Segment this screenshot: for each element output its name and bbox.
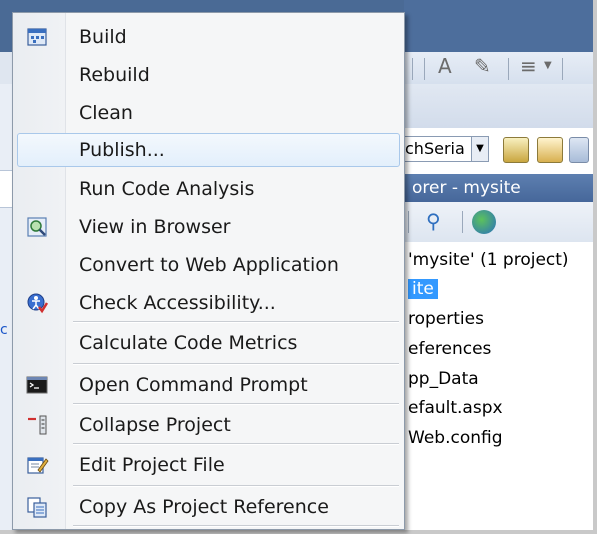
menu-item-label: Rebuild: [79, 64, 150, 86]
menu-item-check-accessibility[interactable]: Check Accessibility...: [17, 287, 400, 319]
background-left-strip: c: [0, 52, 12, 530]
class-diagram-icon[interactable]: [472, 210, 496, 234]
tree-item-solution[interactable]: 'mysite' (1 project): [408, 250, 569, 270]
menu-separator: [73, 403, 399, 405]
toolbar-separator: [408, 211, 409, 233]
menu-item-label: Calculate Code Metrics: [79, 332, 298, 354]
menu-item-rebuild[interactable]: Rebuild: [17, 59, 400, 91]
find-icon[interactable]: [503, 137, 529, 163]
toolbar-separator: [462, 211, 463, 233]
menu-item-label: View in Browser: [79, 216, 231, 238]
accessibility-icon: [27, 293, 49, 314]
search-combo-value: chSeria: [405, 139, 465, 158]
menu-item-clean[interactable]: Clean: [17, 97, 400, 129]
tree-item-default-aspx[interactable]: efault.aspx: [408, 398, 503, 418]
menu-item-label: Copy As Project Reference: [79, 496, 329, 518]
solution-explorer-title: orer - mysite: [404, 174, 593, 202]
tree-item-web-config[interactable]: Web.config: [408, 428, 503, 448]
toolbar-separator: [508, 58, 509, 80]
background-field-edge: [0, 170, 12, 208]
menu-separator: [73, 321, 399, 323]
menu-item-open-command-prompt[interactable]: Open Command Prompt: [17, 369, 400, 401]
background-link-edge: c: [0, 322, 8, 338]
menu-item-label: Check Accessibility...: [79, 292, 276, 314]
tree-item-properties[interactable]: roperties: [408, 309, 484, 329]
menu-item-label: Convert to Web Application: [79, 254, 339, 276]
menu-separator: [73, 443, 399, 445]
toolbar-separator: [412, 58, 413, 80]
solution-explorer-toolbar: ⚲: [404, 202, 593, 242]
menu-item-edit-project-file[interactable]: Edit Project File: [17, 449, 400, 481]
menu-item-calculate-code-metrics[interactable]: Calculate Code Metrics: [17, 327, 400, 359]
tree-item-app-data[interactable]: pp_Data: [408, 369, 479, 389]
menu-separator: [73, 485, 399, 487]
search-combo-dropdown[interactable]: ▼: [471, 136, 489, 162]
menu-separator: [73, 363, 399, 365]
menu-separator: [73, 525, 399, 527]
view-code-icon[interactable]: ⚲: [426, 209, 441, 233]
menu-item-label: Edit Project File: [79, 454, 225, 476]
menu-item-label: Clean: [79, 102, 133, 124]
tree-item-references[interactable]: eferences: [408, 339, 491, 359]
context-menu: Build Rebuild Clean Publish... Run Code …: [12, 12, 405, 530]
align-icon[interactable]: ≡: [520, 54, 537, 78]
solution-explorer-title-text: orer - mysite: [412, 178, 521, 198]
menu-item-label: Run Code Analysis: [79, 178, 255, 200]
menu-item-publish[interactable]: Publish...: [17, 133, 400, 167]
align-dropdown-icon[interactable]: ▼: [544, 60, 552, 71]
menu-item-view-in-browser[interactable]: View in Browser: [17, 211, 400, 243]
toolbox-icon[interactable]: [569, 137, 589, 163]
standard-toolbar: [404, 84, 593, 128]
menu-item-build[interactable]: Build: [17, 21, 400, 53]
copy-reference-icon: [27, 497, 47, 518]
background-toolbar-edge: [0, 52, 12, 84]
collapse-project-icon: [28, 415, 47, 435]
font-color-icon[interactable]: A: [438, 54, 452, 78]
highlight-icon[interactable]: ✎: [474, 54, 491, 78]
toolbar-separator: [424, 58, 425, 80]
menu-item-run-code-analysis[interactable]: Run Code Analysis: [17, 173, 400, 205]
view-in-browser-icon: [27, 217, 47, 237]
toolbar-separator: [562, 58, 563, 80]
menu-item-collapse-project[interactable]: Collapse Project: [17, 409, 400, 441]
screenshot-frame: A ✎ ≡ ▼ chSeria ▼ orer - mysite ⚲ 'mysit…: [0, 0, 597, 534]
command-prompt-icon: [26, 376, 48, 394]
properties-icon[interactable]: [537, 137, 563, 163]
formatting-toolbar: A ✎ ≡ ▼: [404, 52, 593, 85]
edit-project-icon: [27, 457, 49, 474]
tree-item-project[interactable]: ite: [408, 279, 438, 299]
menu-item-copy-as-project-reference[interactable]: Copy As Project Reference: [17, 491, 400, 523]
ide-title-bar-right: [404, 0, 593, 52]
menu-item-label: Open Command Prompt: [79, 374, 308, 396]
build-icon: [27, 28, 47, 46]
menu-item-label: Build: [79, 26, 127, 48]
menu-item-label: Publish...: [79, 139, 165, 161]
menu-item-label: Collapse Project: [79, 414, 231, 436]
menu-item-convert-to-web-application[interactable]: Convert to Web Application: [17, 249, 400, 281]
